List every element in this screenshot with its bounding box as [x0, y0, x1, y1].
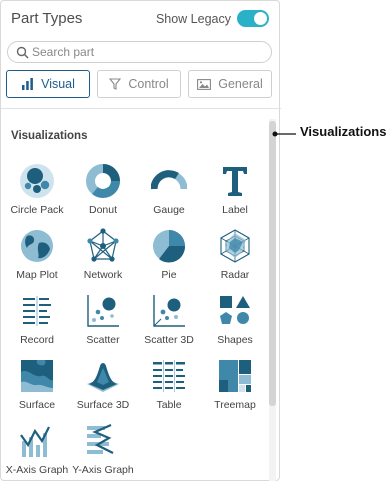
panel-title: Part Types	[11, 10, 83, 27]
gauge-icon	[151, 170, 187, 190]
globe-icon	[21, 230, 53, 262]
part-label: Donut	[88, 204, 118, 216]
part-label: Label	[222, 204, 248, 216]
pie-icon	[153, 230, 186, 263]
search-box	[7, 41, 272, 63]
callout-label: Visualizations	[300, 124, 387, 139]
surface-3d-icon	[87, 363, 119, 392]
tab-control-label: Control	[128, 77, 169, 91]
tab-visual-label: Visual	[41, 77, 75, 91]
part-label: X-Axis Graph	[5, 464, 69, 476]
part-circle-pack[interactable]: Circle Pack	[5, 163, 69, 223]
part-map-plot[interactable]: Map Plot	[5, 228, 69, 288]
circle-pack-icon	[20, 164, 54, 198]
image-icon	[197, 78, 212, 90]
show-legacy-toggle[interactable]	[237, 10, 269, 27]
x-axis-graph-icon	[20, 426, 50, 457]
label-icon	[223, 167, 247, 196]
part-y-axis-graph[interactable]: Y-Axis Graph	[71, 423, 135, 481]
panel-header: Part Types Show Legacy	[11, 10, 273, 30]
part-label: Gauge	[153, 204, 185, 216]
show-legacy-label: Show Legacy	[155, 12, 231, 26]
y-axis-graph-icon	[87, 423, 114, 454]
scrollbar-thumb[interactable]	[269, 121, 276, 406]
part-label: Scatter 3D	[144, 334, 194, 346]
donut-icon	[86, 164, 120, 198]
radar-icon	[220, 229, 250, 263]
network-icon	[87, 228, 119, 262]
table-icon	[153, 360, 185, 392]
part-surface[interactable]: Surface	[5, 358, 69, 418]
part-label: Surface 3D	[76, 399, 130, 411]
part-label-type[interactable]: Label	[203, 163, 267, 223]
part-label: Map Plot	[16, 269, 58, 281]
treemap-icon	[219, 360, 251, 392]
filter-icon	[109, 78, 122, 90]
part-label: Shapes	[217, 334, 253, 346]
record-icon	[23, 296, 51, 326]
part-label: Record	[20, 334, 54, 346]
part-types-panel: Part Types Show Legacy Visual Control	[0, 0, 281, 481]
shapes-icon	[220, 296, 250, 324]
part-shapes[interactable]: Shapes	[203, 293, 267, 353]
part-scatter[interactable]: Scatter	[71, 293, 135, 353]
part-label: Table	[156, 399, 182, 411]
part-gauge[interactable]: Gauge	[137, 163, 201, 223]
part-label: Surface	[18, 399, 56, 411]
divider	[1, 108, 281, 109]
part-scatter-3d[interactable]: Scatter 3D	[137, 293, 201, 353]
tab-general-label: General	[218, 77, 263, 91]
part-surface-3d[interactable]: Surface 3D	[71, 358, 135, 418]
part-label: Radar	[220, 269, 250, 281]
part-record[interactable]: Record	[5, 293, 69, 353]
part-x-axis-graph[interactable]: X-Axis Graph	[5, 423, 69, 481]
search-icon	[16, 46, 29, 59]
search-input[interactable]	[32, 43, 262, 61]
part-label: Treemap	[214, 399, 256, 411]
scatter-icon	[87, 295, 119, 327]
surface-icon	[21, 360, 53, 392]
part-label: Circle Pack	[10, 204, 64, 216]
tab-visual[interactable]: Visual	[6, 70, 90, 98]
scatter-3d-icon	[153, 295, 185, 327]
part-network[interactable]: Network	[71, 228, 135, 288]
tab-control[interactable]: Control	[97, 70, 181, 98]
part-table[interactable]: Table	[137, 358, 201, 418]
part-label: Y-Axis Graph	[72, 464, 134, 476]
part-label: Pie	[161, 269, 177, 281]
part-radar[interactable]: Radar	[203, 228, 267, 288]
callout-pointer	[272, 131, 296, 137]
toggle-knob	[254, 12, 267, 25]
part-donut[interactable]: Donut	[71, 163, 135, 223]
part-label: Scatter	[86, 334, 120, 346]
part-treemap[interactable]: Treemap	[203, 358, 267, 418]
part-label: Network	[83, 269, 123, 281]
tab-general[interactable]: General	[188, 70, 272, 98]
section-title: Visualizations	[11, 130, 88, 142]
part-pie[interactable]: Pie	[137, 228, 201, 288]
bar-chart-icon	[22, 78, 33, 90]
